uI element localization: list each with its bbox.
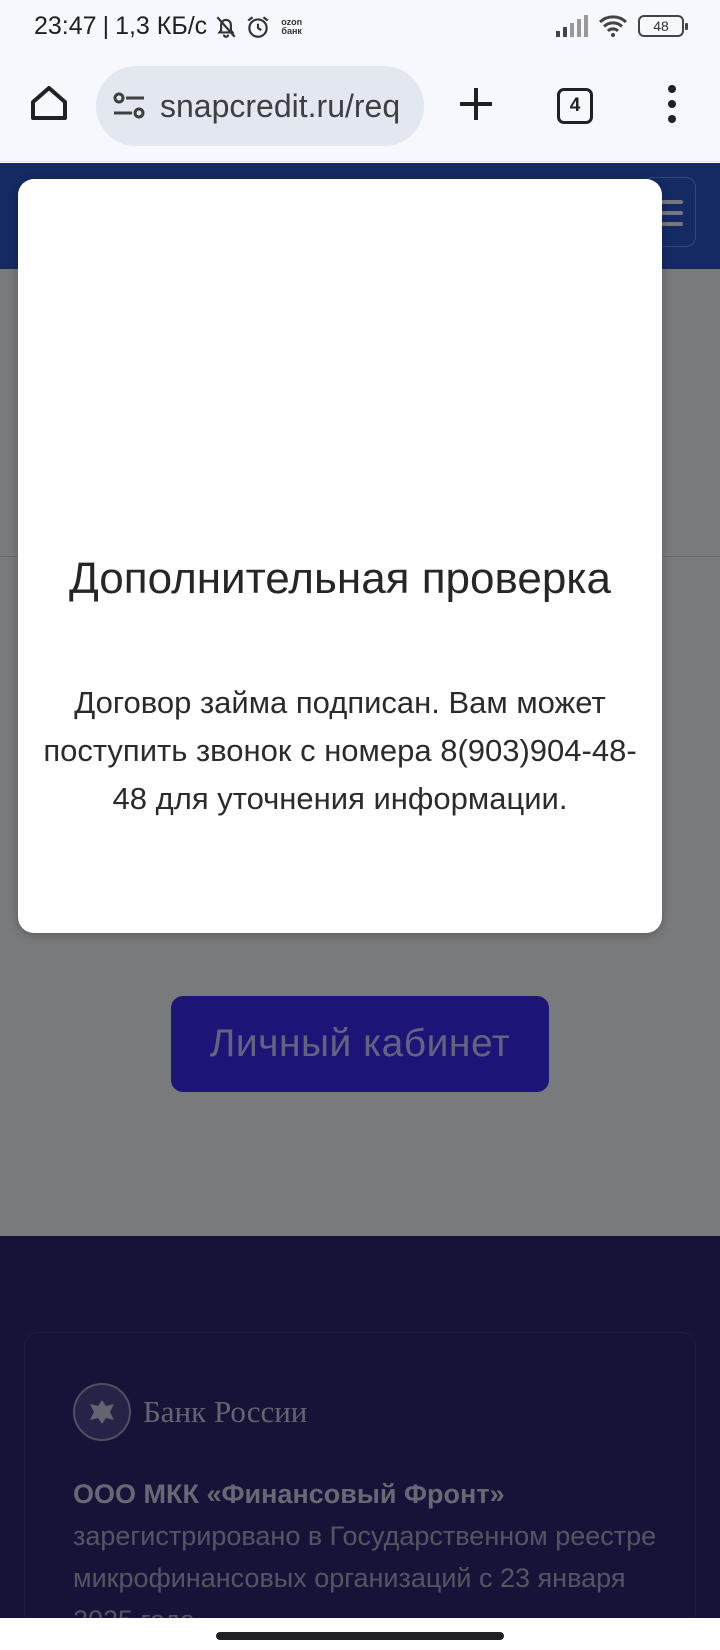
wifi-icon [598, 15, 628, 37]
bell-muted-icon [216, 16, 236, 38]
signal-icon [556, 15, 588, 37]
url-text: snapcredit.ru/req [160, 88, 401, 124]
modal-title: Дополнительная проверка [68, 554, 611, 603]
battery-icon: 48 [638, 15, 688, 37]
gesture-nav-bar [0, 1618, 720, 1650]
status-separator: | [102, 12, 110, 40]
ozon-bank-icon: ozon банк [281, 17, 302, 36]
tab-switcher-button[interactable]: 4 [557, 88, 593, 124]
home-icon[interactable] [26, 80, 72, 126]
modal-message: Договор займа подписан. Вам может поступ… [43, 685, 637, 816]
more-menu-icon[interactable] [662, 84, 682, 124]
alarm-icon [247, 15, 269, 38]
status-time: 23:47 [34, 12, 97, 40]
status-right: 48 [556, 14, 688, 38]
home-gesture-handle[interactable] [216, 1632, 504, 1640]
bank-label: банк [281, 25, 302, 36]
status-bar: 23:47 | 1,3 КБ/с ozon банк 48 [0, 0, 720, 54]
site-settings-icon[interactable] [112, 92, 146, 120]
new-tab-icon[interactable] [456, 84, 496, 124]
address-bar[interactable]: snapcredit.ru/req [96, 66, 424, 146]
verification-modal: Дополнительная проверка Договор займа по… [18, 179, 662, 933]
browser-toolbar: snapcredit.ru/req 4 [0, 54, 720, 162]
status-network-speed: 1,3 КБ/с [115, 12, 208, 40]
status-left: 23:47 | 1,3 КБ/с ozon банк [34, 12, 302, 41]
